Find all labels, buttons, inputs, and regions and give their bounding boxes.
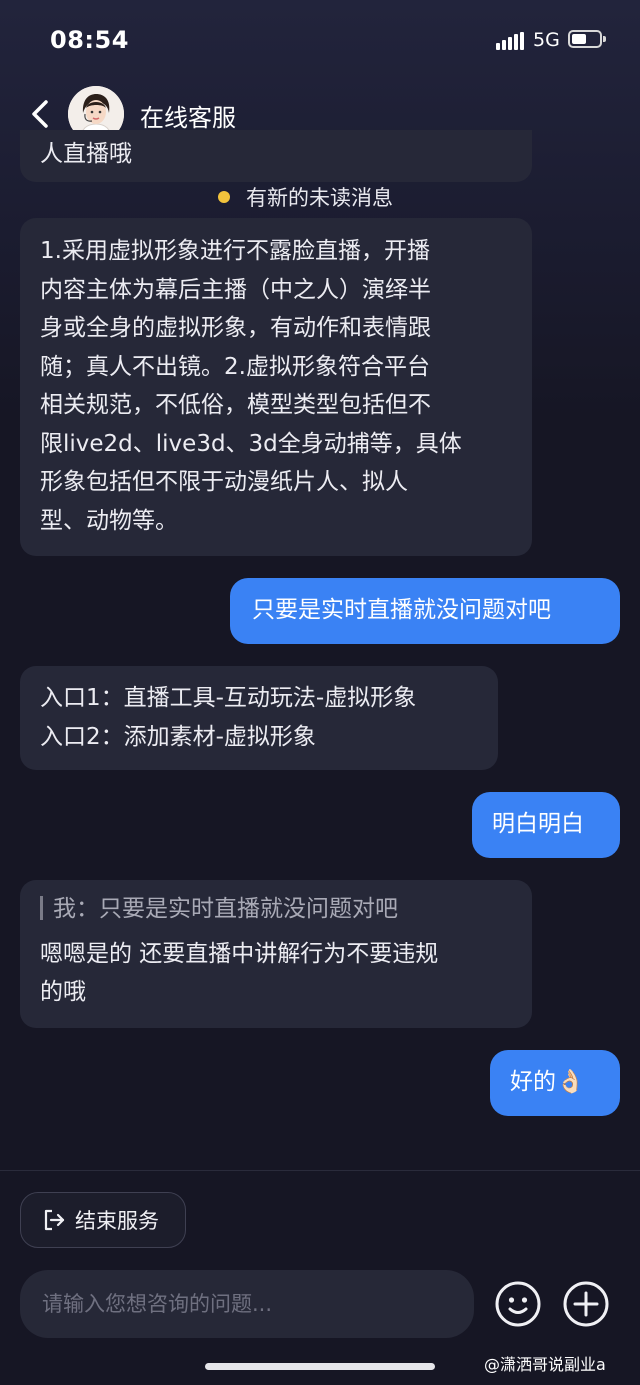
message-line: 好的👌🏻 [510,1069,585,1095]
watermark: @潇洒哥说副业a [484,1355,606,1374]
quoted-text: 我：只要是实时直播就没问题对吧 [53,896,398,922]
status-bar: 08:54 5G [0,0,640,80]
footer-divider [0,1170,640,1171]
signal-icon [496,32,526,50]
message-line: 人直播哦 [40,141,132,167]
unread-dot-icon [218,191,230,203]
agent-message-bubble: 入口1：直播工具-互动玩法-虚拟形象 入口2：添加素材-虚拟形象 [20,666,498,770]
smiley-icon [495,1281,541,1327]
quote-bar [40,896,43,920]
exit-icon [44,1209,65,1231]
message-line: 入口2：添加素材-虚拟形象 [40,723,316,750]
message-line: 只要是实时直播就没问题对吧 [252,597,551,623]
back-button[interactable] [24,94,60,134]
agent-message-bubble: 我：只要是实时直播就没问题对吧 嗯嗯是的 还要直播中讲解行为不要违规 的哦 [20,880,532,1028]
message-line: 的哦 [40,979,86,1005]
message-line: 相关规范，不低俗，模型类型包括但不 [40,392,431,418]
unread-notice-text: 有新的未读消息 [246,186,393,210]
plus-button[interactable] [562,1280,610,1328]
message-line: 内容主体为幕后主播（中之人）演绎半 [40,276,431,303]
battery-icon [568,30,606,48]
emoji-button[interactable] [494,1280,542,1328]
message-line: 形象包括但不限于动漫纸片人、拟人 [40,469,408,495]
end-service-button[interactable]: 结束服务 [20,1192,186,1248]
message-line: 入口1：直播工具-互动玩法-虚拟形象 [40,685,417,711]
message-line: 明白明白 [492,811,584,837]
home-indicator[interactable] [205,1363,435,1370]
user-message-bubble: 只要是实时直播就没问题对吧 [230,578,620,644]
message-line: 嗯嗯是的 还要直播中讲解行为不要违规 [40,940,439,967]
chevron-left-icon [32,100,48,128]
agent-message-bubble: 人直播哦 [20,130,532,182]
unread-notice[interactable]: 有新的未读消息 [218,180,393,214]
user-message-bubble: 明白明白 [472,792,620,858]
status-time: 08:54 [50,26,129,54]
message-line: 随；真人不出镜。2.虚拟形象符合平台 [40,353,430,380]
message-line: 1.采用虚拟形象进行不露脸直播，开播 [40,238,430,264]
plus-icon [563,1281,609,1327]
user-message-bubble: 好的👌🏻 [490,1050,620,1116]
end-service-label: 结束服务 [75,1209,159,1233]
agent-message-bubble: 1.采用虚拟形象进行不露脸直播，开播 内容主体为幕后主播（中之人）演绎半 身或全… [20,218,532,556]
message-input-container [20,1270,474,1338]
message-line: 身或全身的虚拟形象，有动作和表情跟 [40,315,431,341]
page-title: 在线客服 [140,104,236,132]
network-type: 5G [533,29,560,51]
quoted-message: 我：只要是实时直播就没问题对吧 [40,890,532,929]
message-line: 型、动物等。 [40,507,178,534]
message-input[interactable] [40,1291,464,1317]
message-line: 限live2d、live3d、3d全身动捕等，具体 [40,430,462,457]
